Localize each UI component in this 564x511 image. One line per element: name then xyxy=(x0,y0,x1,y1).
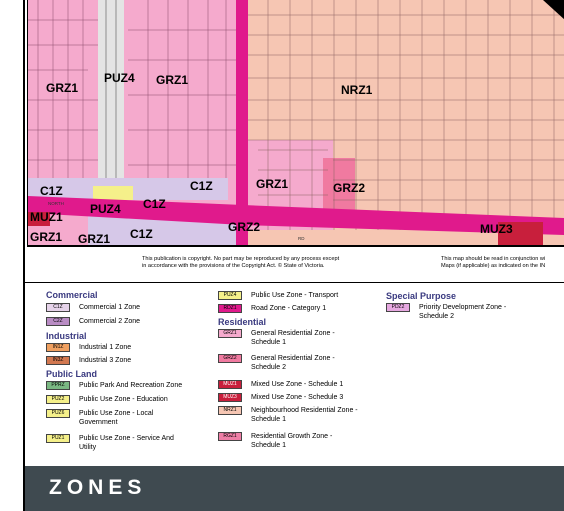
legend-group-commercial: Commercial xyxy=(46,290,98,300)
zone-map-canvas: GRZ1 PUZ4 GRZ1 NRZ1 GRZ1 GRZ2 C1Z C1Z C1… xyxy=(28,0,564,246)
legend-item-puz4: PUZ4 Public Use Zone - Transport xyxy=(218,291,361,300)
legend-label: Public Use Zone - Local Government xyxy=(79,410,154,426)
legend-swatch: IN1Z xyxy=(46,343,70,352)
conjunction-line: This map should be read in conjunction w… xyxy=(441,256,546,262)
legend-swatch: PDZ2 xyxy=(386,303,410,312)
legend-label: Priority Development Zone - Schedule 2 xyxy=(419,304,507,320)
legend-label: General Residential Zone - Schedule 2 xyxy=(251,355,335,371)
legend-item-muz3: MUZ3 Mixed Use Zone - Schedule 3 xyxy=(218,393,361,402)
legend-group-residential: Residential xyxy=(218,317,267,327)
zone-label: GRZ1 xyxy=(78,232,110,246)
zone-label: C1Z xyxy=(143,197,166,211)
legend-swatch: RDZ1 xyxy=(218,304,242,313)
legend-label: Commercial 2 Zone xyxy=(79,318,141,325)
zone-label: MUZ1 xyxy=(30,210,63,224)
legend-item-c2z: C2Z Commercial 2 Zone xyxy=(46,317,189,326)
legend-swatch: NRZ1 xyxy=(218,406,242,415)
road-zone-north-south xyxy=(236,0,248,245)
legend-label: Industrial 1 Zone xyxy=(79,344,132,351)
zone-label: GRZ1 xyxy=(46,81,78,95)
legend-label: Public Use Zone - Education xyxy=(79,396,168,403)
legend-label: General Residential Zone - Schedule 1 xyxy=(251,330,335,346)
legend-group-special-purpose: Special Purpose xyxy=(386,291,457,301)
legend-label: Industrial 3 Zone xyxy=(79,357,132,364)
zone-label: GRZ1 xyxy=(30,230,62,244)
legend-item-nrz1: NRZ1 Neighbourhood Residential Zone - Sc… xyxy=(218,406,361,424)
copyright-note: This publication is copyright. No part m… xyxy=(142,256,382,270)
legend-swatch: IN3Z xyxy=(46,356,70,365)
legend-swatch: PUZ4 xyxy=(218,291,242,300)
zone-map[interactable]: GRZ1 PUZ4 GRZ1 NRZ1 GRZ1 GRZ2 C1Z C1Z C1… xyxy=(27,0,564,247)
legend-label: Residential Growth Zone - Schedule 1 xyxy=(251,433,333,449)
zones-banner: ZONES xyxy=(25,466,564,511)
zone-label: NRZ1 xyxy=(341,83,373,97)
zone-label: MUZ3 xyxy=(480,222,513,236)
banner-title: ZONES xyxy=(49,476,147,499)
legend-swatch: GRZ2 xyxy=(218,354,242,363)
zone-label: PUZ4 xyxy=(104,71,135,85)
zone-label: C1Z xyxy=(40,184,63,198)
legend-item-pdz2: PDZ2 Priority Development Zone - Schedul… xyxy=(386,303,529,321)
legend-label: Public Use Zone - Service And Utility xyxy=(79,435,174,451)
legend-item-muz1: MUZ1 Mixed Use Zone - Schedule 1 xyxy=(218,380,361,389)
legend-swatch: PPRZ xyxy=(46,381,70,390)
zone-legend: Commercial C1Z Commercial 1 Zone C2Z Com… xyxy=(25,282,564,464)
legend-item-grz2: GRZ2 General Residential Zone - Schedule… xyxy=(218,354,361,372)
legend-label: Neighbourhood Residential Zone - Schedul… xyxy=(251,407,358,423)
conjunction-note: This map should be read in conjunction w… xyxy=(441,256,564,270)
legend-item-grz1: GRZ1 General Residential Zone - Schedule… xyxy=(218,329,361,347)
legend-item-rdz1: RDZ1 Road Zone - Category 1 xyxy=(218,304,361,313)
zone-label: GRZ2 xyxy=(333,181,365,195)
zone-label: GRZ2 xyxy=(228,220,260,234)
legend-label: Public Use Zone - Transport xyxy=(251,292,339,299)
puz4-patch xyxy=(93,186,133,200)
legend-swatch: PUZ1 xyxy=(46,434,70,443)
legend-swatch: MUZ1 xyxy=(218,380,242,389)
legend-item-in3z: IN3Z Industrial 3 Zone xyxy=(46,356,189,365)
road-label: RD xyxy=(298,236,305,241)
road-label: NORTH xyxy=(48,201,64,206)
legend-label: Public Park And Recreation Zone xyxy=(79,382,183,389)
legend-swatch: GRZ1 xyxy=(218,329,242,338)
legend-swatch: C1Z xyxy=(46,303,70,312)
zone-label: GRZ1 xyxy=(256,177,288,191)
legend-swatch: RGZ1 xyxy=(218,432,242,441)
legend-item-pprz: PPRZ Public Park And Recreation Zone xyxy=(46,381,189,390)
copyright-line: This publication is copyright. No part m… xyxy=(142,256,340,262)
legend-item-c1z: C1Z Commercial 1 Zone xyxy=(46,303,189,312)
legend-label: Mixed Use Zone - Schedule 3 xyxy=(251,394,344,401)
legend-swatch: PUZ6 xyxy=(46,409,70,418)
legend-swatch: MUZ3 xyxy=(218,393,242,402)
legend-group-public-land: Public Land xyxy=(46,369,98,379)
legend-label: Commercial 1 Zone xyxy=(79,304,141,311)
zone-label: C1Z xyxy=(190,179,213,193)
legend-label: Mixed Use Zone - Schedule 1 xyxy=(251,381,344,388)
legend-item-rgz1: RGZ1 Residential Growth Zone - Schedule … xyxy=(218,432,361,450)
copyright-line: in accordance with the provisions of the… xyxy=(142,263,325,269)
zone-label: GRZ1 xyxy=(156,73,188,87)
legend-group-industrial: Industrial xyxy=(46,331,87,341)
conjunction-line: Maps (if applicable) as indicated on the… xyxy=(441,263,546,269)
zone-label: C1Z xyxy=(130,227,153,241)
legend-label: Road Zone - Category 1 xyxy=(251,305,327,312)
legend-item-puz6: PUZ6 Public Use Zone - Local Government xyxy=(46,409,189,427)
legend-item-puz2: PUZ2 Public Use Zone - Education xyxy=(46,395,189,404)
legend-item-in1z: IN1Z Industrial 1 Zone xyxy=(46,343,189,352)
zone-label: PUZ4 xyxy=(90,202,121,216)
puz4-corridor xyxy=(98,0,124,185)
legend-swatch: C2Z xyxy=(46,317,70,326)
legend-item-puz1: PUZ1 Public Use Zone - Service And Utili… xyxy=(46,434,189,452)
legend-swatch: PUZ2 xyxy=(46,395,70,404)
